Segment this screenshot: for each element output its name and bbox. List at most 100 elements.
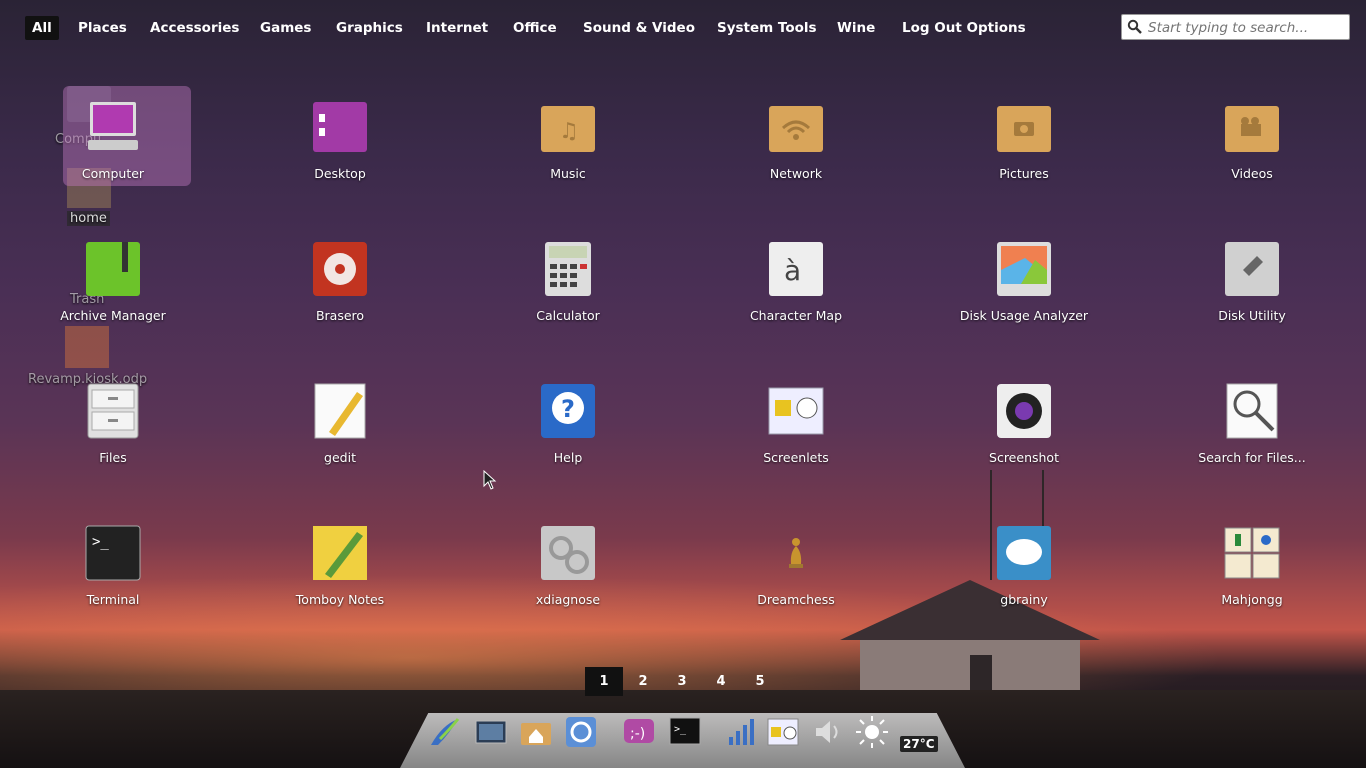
page-1[interactable]: 1 bbox=[585, 667, 623, 696]
dock-screenlets-icon[interactable] bbox=[766, 715, 800, 749]
app-label: Pictures bbox=[999, 166, 1049, 181]
app-label: Files bbox=[99, 450, 127, 465]
search-icon bbox=[1127, 19, 1142, 34]
svg-text:à: à bbox=[784, 254, 801, 287]
xdiagnose-icon bbox=[541, 526, 595, 580]
app-label: Mahjongg bbox=[1221, 592, 1283, 607]
dreamchess-icon bbox=[789, 538, 803, 568]
pidgin-icon[interactable]: ;-) bbox=[622, 715, 656, 749]
app-label: Tomboy Notes bbox=[295, 592, 385, 607]
app-label: Dreamchess bbox=[757, 592, 835, 607]
app-label: Terminal bbox=[86, 592, 140, 607]
category-places[interactable]: Places bbox=[71, 16, 134, 40]
category-office[interactable]: Office bbox=[506, 16, 564, 40]
disk-usage-icon bbox=[997, 242, 1051, 296]
svg-text:?: ? bbox=[561, 395, 575, 423]
app-label: Calculator bbox=[536, 308, 600, 323]
archive-manager-icon bbox=[86, 242, 140, 296]
svg-text:>_: >_ bbox=[674, 724, 687, 735]
search-box[interactable] bbox=[1121, 14, 1350, 40]
app-screenshot[interactable]: Screenshot bbox=[924, 382, 1124, 492]
screenshot-icon bbox=[997, 384, 1051, 438]
app-calculator[interactable]: Calculator bbox=[468, 240, 668, 350]
category-log-out-options[interactable]: Log Out Options bbox=[895, 16, 1033, 40]
brightness-icon[interactable] bbox=[855, 715, 889, 749]
app-tomboy-notes[interactable]: Tomboy Notes bbox=[240, 524, 440, 634]
search-input[interactable] bbox=[1146, 18, 1348, 38]
menu-icon[interactable] bbox=[428, 715, 462, 749]
app-gedit[interactable]: gedit bbox=[240, 382, 440, 492]
mouse-cursor-icon bbox=[483, 470, 497, 490]
app-character-map[interactable]: à Character Map bbox=[696, 240, 896, 350]
page-5[interactable]: 5 bbox=[741, 667, 779, 696]
app-computer[interactable]: Computer bbox=[13, 86, 213, 208]
app-music-folder[interactable]: ♫ Music bbox=[468, 98, 668, 208]
app-label: Music bbox=[550, 166, 586, 181]
category-sound-video[interactable]: Sound & Video bbox=[576, 16, 702, 40]
home-folder-icon[interactable] bbox=[519, 715, 553, 749]
app-label: Computer bbox=[81, 166, 145, 181]
category-games[interactable]: Games bbox=[253, 16, 318, 40]
app-label: Videos bbox=[1231, 166, 1273, 181]
desktop-folder-icon bbox=[313, 102, 367, 152]
search-files-icon bbox=[1226, 383, 1278, 439]
app-label: Disk Utility bbox=[1218, 308, 1286, 323]
character-map-icon: à bbox=[769, 242, 823, 296]
music-folder-icon: ♫ bbox=[541, 106, 595, 152]
app-label: gbrainy bbox=[1000, 592, 1048, 607]
page-4[interactable]: 4 bbox=[702, 667, 740, 696]
volume-icon[interactable] bbox=[812, 715, 846, 749]
tomboy-notes-icon bbox=[313, 526, 367, 580]
app-disk-utility[interactable]: Disk Utility bbox=[1152, 240, 1352, 350]
app-label: Disk Usage Analyzer bbox=[959, 308, 1089, 323]
chromium-icon[interactable] bbox=[564, 715, 598, 749]
category-graphics[interactable]: Graphics bbox=[329, 16, 410, 40]
network-signal-icon[interactable] bbox=[725, 715, 759, 749]
help-icon: ? bbox=[541, 384, 595, 438]
app-pictures-folder[interactable]: Pictures bbox=[924, 98, 1124, 208]
app-xdiagnose[interactable]: xdiagnose bbox=[468, 524, 668, 634]
desktop-home-label: home bbox=[67, 211, 110, 226]
app-help[interactable]: ? Help bbox=[468, 382, 668, 492]
category-all[interactable]: All bbox=[25, 16, 59, 40]
page-2[interactable]: 2 bbox=[624, 667, 662, 696]
app-label: Help bbox=[553, 450, 583, 465]
category-system-tools[interactable]: System Tools bbox=[710, 16, 824, 40]
app-gbrainy[interactable]: gbrainy bbox=[924, 524, 1124, 634]
app-videos-folder[interactable]: Videos bbox=[1152, 98, 1352, 208]
app-search-files[interactable]: Search for Files... bbox=[1152, 382, 1352, 492]
app-mahjongg[interactable]: Mahjongg bbox=[1152, 524, 1352, 634]
category-accessories[interactable]: Accessories bbox=[143, 16, 246, 40]
app-terminal[interactable]: >_ Terminal bbox=[13, 524, 213, 634]
app-archive-manager[interactable]: Archive Manager bbox=[13, 240, 213, 350]
app-label: xdiagnose bbox=[535, 592, 601, 607]
mahjongg-icon bbox=[1224, 527, 1280, 579]
app-files[interactable]: Files bbox=[13, 382, 213, 492]
category-wine[interactable]: Wine bbox=[830, 16, 882, 40]
app-screenlets[interactable]: Screenlets bbox=[696, 382, 896, 492]
computer-icon bbox=[88, 102, 138, 150]
weather-temperature[interactable]: 27°C bbox=[900, 736, 938, 752]
svg-text:♫: ♫ bbox=[559, 119, 579, 144]
desktop-icon[interactable] bbox=[474, 715, 508, 749]
app-label: Screenshot bbox=[989, 450, 1059, 465]
app-label: Archive Manager bbox=[60, 308, 166, 323]
screenlets-icon bbox=[768, 387, 824, 435]
pictures-folder-icon bbox=[997, 106, 1051, 152]
app-label: Character Map bbox=[749, 308, 843, 323]
app-disk-usage[interactable]: Disk Usage Analyzer bbox=[924, 240, 1124, 350]
app-dreamchess[interactable]: Dreamchess bbox=[696, 524, 896, 634]
category-internet[interactable]: Internet bbox=[419, 16, 495, 40]
dock-terminal-icon[interactable]: >_ bbox=[668, 715, 702, 749]
app-label: gedit bbox=[324, 450, 356, 465]
app-brasero[interactable]: Brasero bbox=[240, 240, 440, 350]
brasero-icon bbox=[313, 242, 367, 296]
app-network-folder[interactable]: Network bbox=[696, 98, 896, 208]
page-3[interactable]: 3 bbox=[663, 667, 701, 696]
gbrainy-icon bbox=[997, 526, 1051, 580]
gedit-icon bbox=[314, 383, 366, 439]
app-label: Brasero bbox=[315, 308, 365, 323]
category-bar: All Places Accessories Games Graphics In… bbox=[0, 0, 1366, 56]
app-label: Network bbox=[769, 166, 823, 181]
app-desktop-folder[interactable]: Desktop bbox=[240, 98, 440, 208]
